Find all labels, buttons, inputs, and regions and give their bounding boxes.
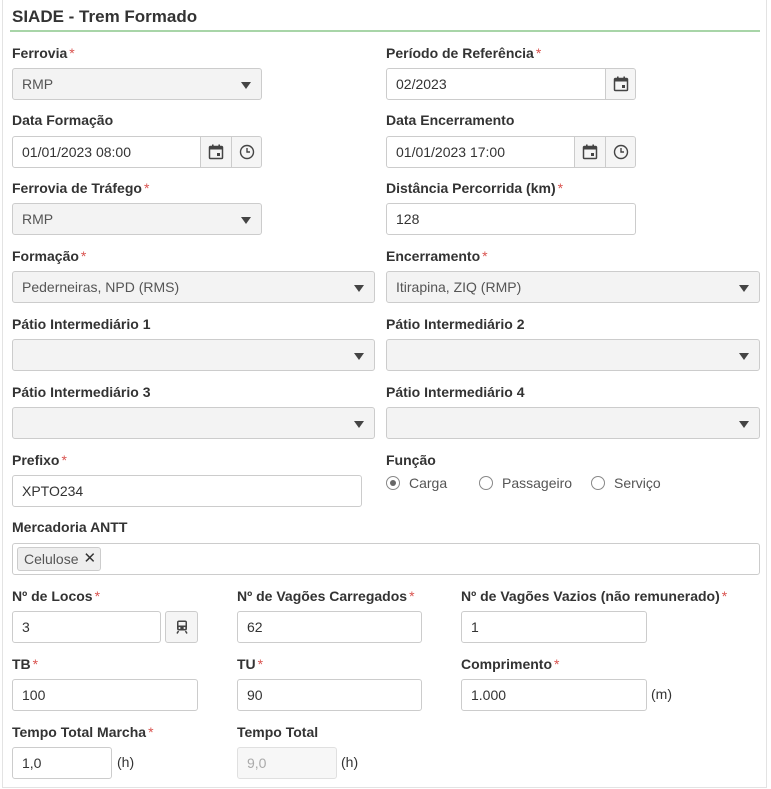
chevron-down-icon — [241, 82, 251, 89]
formacao-label: Formação * — [12, 248, 87, 264]
tempo-total-label: Tempo Total — [237, 724, 319, 740]
comprimento-unit: (m) — [651, 686, 672, 702]
tempo-marcha-unit: (h) — [117, 754, 135, 770]
comprimento-input[interactable]: 1.000 — [461, 679, 647, 711]
funcao-radio-servico[interactable]: Serviço — [591, 475, 661, 491]
vagoes-carregados-input[interactable]: 62 — [237, 611, 422, 643]
data-encerramento-label: Data Encerramento — [386, 112, 515, 128]
prefixo-label: Prefixo * — [12, 452, 67, 468]
radio-icon — [479, 476, 493, 490]
vagoes-carregados-label: Nº de Vagões Carregados * — [237, 588, 415, 604]
clock-icon[interactable] — [605, 137, 635, 167]
ferrovia-select[interactable]: RMP — [12, 68, 262, 100]
tempo-total-unit: (h) — [341, 754, 359, 770]
ferrovia-trafego-label: Ferrovia de Tráfego * — [12, 180, 150, 196]
periodo-input[interactable]: 02/2023 — [386, 68, 636, 100]
patio4-label: Pátio Intermediário 4 — [386, 384, 525, 400]
data-formacao-label: Data Formação — [12, 112, 114, 128]
encerramento-label: Encerramento * — [386, 248, 488, 264]
tu-input[interactable]: 90 — [237, 679, 422, 711]
data-encerramento-input[interactable]: 01/01/2023 17:00 — [386, 136, 636, 168]
tb-input[interactable]: 100 — [12, 679, 198, 711]
comprimento-label: Comprimento * — [461, 656, 560, 672]
radio-icon — [591, 476, 605, 490]
locos-label: Nº de Locos * — [12, 588, 101, 604]
mercadoria-label: Mercadoria ANTT — [12, 519, 128, 535]
patio2-label: Pátio Intermediário 2 — [386, 316, 525, 332]
calendar-icon[interactable] — [605, 69, 635, 99]
data-formacao-input[interactable]: 01/01/2023 08:00 — [12, 136, 262, 168]
distancia-label: Distância Percorrida (km) * — [386, 180, 564, 196]
ferrovia-label: Ferrovia * — [12, 45, 75, 61]
funcao-radio-passageiro[interactable]: Passageiro — [479, 475, 572, 491]
tempo-total-input: 9,0 — [237, 747, 337, 779]
chevron-down-icon — [241, 217, 251, 224]
close-icon[interactable]: ✕ — [83, 548, 96, 570]
funcao-label: Função — [386, 452, 436, 468]
patio1-select[interactable] — [12, 339, 375, 371]
calendar-icon[interactable] — [200, 137, 231, 167]
patio4-select[interactable] — [386, 407, 760, 439]
vagoes-vazios-input[interactable]: 1 — [461, 611, 647, 643]
patio1-label: Pátio Intermediário 1 — [12, 316, 151, 332]
train-icon[interactable] — [165, 611, 198, 643]
chevron-down-icon — [739, 421, 749, 428]
tu-label: TU * — [237, 656, 264, 672]
tempo-marcha-label: Tempo Total Marcha * — [12, 724, 154, 740]
distancia-input[interactable]: 128 — [386, 203, 636, 235]
vagoes-vazios-label: Nº de Vagões Vazios (não remunerado) * — [461, 588, 728, 604]
calendar-icon[interactable] — [574, 137, 605, 167]
funcao-radio-carga[interactable]: Carga — [386, 475, 447, 491]
clock-icon[interactable] — [231, 137, 261, 167]
page-title: SIADE - Trem Formado — [12, 7, 198, 26]
formacao-select[interactable]: Pederneiras, NPD (RMS) — [12, 271, 375, 303]
prefixo-input[interactable]: XPTO234 — [12, 475, 362, 507]
patio3-select[interactable] — [12, 407, 375, 439]
chevron-down-icon — [354, 421, 364, 428]
tempo-marcha-input[interactable]: 1,0 — [12, 747, 112, 779]
tag-chip: Celulose ✕ — [17, 547, 102, 571]
ferrovia-trafego-select[interactable]: RMP — [12, 203, 262, 235]
radio-selected-icon — [386, 476, 400, 490]
periodo-label: Período de Referência * — [386, 45, 542, 61]
tb-label: TB * — [12, 656, 39, 672]
title-divider — [10, 30, 760, 32]
chevron-down-icon — [739, 285, 749, 292]
patio2-select[interactable] — [386, 339, 760, 371]
chevron-down-icon — [739, 353, 749, 360]
chevron-down-icon — [354, 353, 364, 360]
chevron-down-icon — [354, 285, 364, 292]
patio3-label: Pátio Intermediário 3 — [12, 384, 151, 400]
locos-input[interactable]: 3 — [12, 611, 161, 643]
encerramento-select[interactable]: Itirapina, ZIQ (RMP) — [386, 271, 760, 303]
mercadoria-tag-input[interactable]: Celulose ✕ — [12, 543, 760, 575]
